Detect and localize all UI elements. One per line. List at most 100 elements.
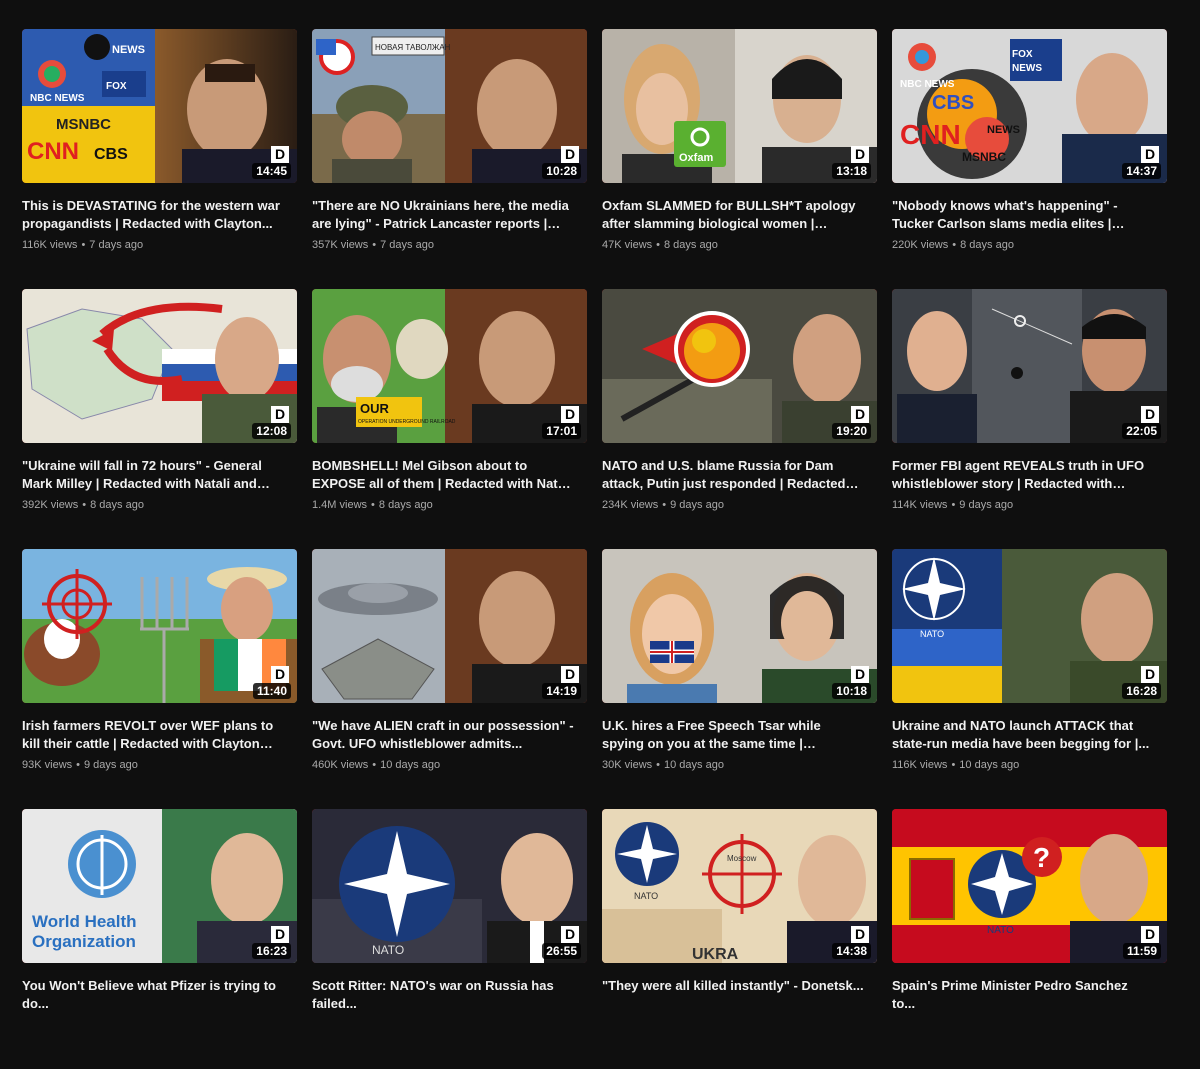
video-card[interactable]: NBC NEWS FOX NEWS CBS CNN NEWS MSNBC D 1… [892, 29, 1167, 289]
video-duration: 16:28 [1122, 683, 1161, 699]
upload-age: 10 days ago [959, 759, 1020, 771]
view-count: 30K views [602, 759, 653, 771]
view-count: 460K views [312, 759, 369, 771]
video-duration: 14:37 [1122, 163, 1161, 179]
video-meta: 220K views • 8 days ago [892, 239, 1014, 251]
video-thumbnail[interactable]: D 22:05 [892, 289, 1167, 443]
view-count: 116K views [892, 759, 948, 771]
video-thumbnail[interactable]: OUR OPERATION UNDERGROUND RAILROAD D 17:… [312, 289, 587, 443]
svg-text:?: ? [1033, 842, 1050, 873]
video-thumbnail[interactable]: НОВАЯ ТАВОЛЖАН D 10:28 [312, 29, 587, 183]
video-duration: 14:38 [832, 943, 871, 959]
video-card[interactable]: World Health Organization D 16:23 You Wo… [22, 809, 297, 1069]
svg-text:NBC NEWS: NBC NEWS [900, 79, 955, 90]
svg-text:OUR: OUR [360, 401, 390, 416]
video-card[interactable]: D 11:40 Irish farmers REVOLT over WEF pl… [22, 549, 297, 809]
video-title[interactable]: U.K. hires a Free Speech Tsar while spyi… [602, 717, 864, 753]
video-title[interactable]: Oxfam SLAMMED for BULLSH*T apology after… [602, 197, 864, 233]
cow-crosshair-thumbnail-icon [22, 549, 297, 703]
who-logo-thumbnail-icon: World Health Organization [22, 809, 297, 963]
video-thumbnail[interactable]: D 12:08 [22, 289, 297, 443]
video-card[interactable]: NATO Moscow UKRA D 14:38 "They were all … [602, 809, 877, 1069]
video-duration: 14:45 [252, 163, 291, 179]
svg-text:CBS: CBS [94, 146, 128, 163]
channel-logo-icon: D [851, 666, 869, 683]
svg-text:MSNBC: MSNBC [962, 150, 1006, 164]
svg-text:CBS: CBS [932, 92, 974, 114]
video-duration: 14:19 [542, 683, 581, 699]
video-title[interactable]: "Nobody knows what's happening" - Tucker… [892, 197, 1154, 233]
video-duration: 22:05 [1122, 423, 1161, 439]
video-title[interactable]: Scott Ritter: NATO's war on Russia has f… [312, 977, 574, 1013]
video-title[interactable]: "Ukraine will fall in 72 hours" - Genera… [22, 457, 284, 493]
video-thumbnail[interactable]: D 19:20 [602, 289, 877, 443]
channel-logo-icon: D [1141, 146, 1159, 163]
video-card[interactable]: D 19:20 NATO and U.S. blame Russia for D… [602, 289, 877, 549]
video-card[interactable]: ? NATO D 11:59 Spain's Prime Minister Pe… [892, 809, 1167, 1069]
video-meta: 47K views • 8 days ago [602, 239, 718, 251]
video-thumbnail[interactable]: World Health Organization D 16:23 [22, 809, 297, 963]
video-thumbnail[interactable]: NBC NEWS FOX NEWS CBS CNN NEWS MSNBC D 1… [892, 29, 1167, 183]
nato-soldiers-thumbnail-icon: NATO [892, 549, 1167, 703]
video-card[interactable]: NATO D 26:55 Scott Ritter: NATO's war on… [312, 809, 587, 1069]
upload-age: 8 days ago [90, 499, 144, 511]
video-title[interactable]: Former FBI agent REVEALS truth in UFO wh… [892, 457, 1154, 493]
upload-age: 10 days ago [380, 759, 441, 771]
pentagon-ufo-thumbnail-icon [312, 549, 587, 703]
video-thumbnail[interactable]: NATO D 26:55 [312, 809, 587, 963]
video-card[interactable]: D 10:18 U.K. hires a Free Speech Tsar wh… [602, 549, 877, 809]
video-card[interactable]: Oxfam D 13:18 Oxfam SLAMMED for BULLSH*T… [602, 29, 877, 289]
svg-text:NATO: NATO [987, 925, 1014, 936]
video-card[interactable]: D 12:08 "Ukraine will fall in 72 hours" … [22, 289, 297, 549]
video-title[interactable]: "We have ALIEN craft in our possession" … [312, 717, 574, 753]
nato-star-thumbnail-icon: NATO [312, 809, 587, 963]
video-thumbnail[interactable]: NATO D 16:28 [892, 549, 1167, 703]
video-card[interactable]: D 22:05 Former FBI agent REVEALS truth i… [892, 289, 1167, 549]
view-count: 357K views [312, 239, 369, 251]
svg-text:Oxfam: Oxfam [679, 152, 713, 164]
video-meta: 460K views • 10 days ago [312, 759, 441, 771]
video-thumbnail[interactable]: D 14:19 [312, 549, 587, 703]
video-title[interactable]: You Won't Believe what Pfizer is trying … [22, 977, 284, 1013]
teddy-bear-thumbnail-icon: OUR OPERATION UNDERGROUND RAILROAD [312, 289, 587, 443]
video-card[interactable]: NATO D 16:28 Ukraine and NATO launch ATT… [892, 549, 1167, 809]
video-thumbnail[interactable]: NATO Moscow UKRA D 14:38 [602, 809, 877, 963]
upload-age: 7 days ago [89, 239, 144, 251]
upload-age: 8 days ago [960, 239, 1014, 251]
video-title[interactable]: Ukraine and NATO launch ATTACK that stat… [892, 717, 1154, 753]
video-meta: 116K views • 10 days ago [892, 759, 1020, 771]
video-duration: 26:55 [542, 943, 581, 959]
svg-text:FOX: FOX [1012, 49, 1033, 60]
video-title[interactable]: BOMBSHELL! Mel Gibson about to EXPOSE al… [312, 457, 574, 493]
video-meta: 114K views • 9 days ago [892, 499, 1014, 511]
svg-text:NATO: NATO [372, 943, 404, 957]
gagged-woman-thumbnail-icon [602, 549, 877, 703]
upload-age: 9 days ago [84, 759, 138, 771]
view-count: 220K views [892, 239, 949, 251]
channel-logo-icon: D [271, 406, 289, 423]
video-thumbnail[interactable]: Oxfam D 13:18 [602, 29, 877, 183]
upload-age: 8 days ago [664, 239, 718, 251]
video-card[interactable]: OUR OPERATION UNDERGROUND RAILROAD D 17:… [312, 289, 587, 549]
video-title[interactable]: This is DEVASTATING for the western war … [22, 197, 284, 233]
video-thumbnail[interactable]: D 11:40 [22, 549, 297, 703]
svg-text:Moscow: Moscow [727, 854, 757, 863]
video-title[interactable]: "There are NO Ukrainians here, the media… [312, 197, 574, 233]
video-duration: 10:28 [542, 163, 581, 179]
video-thumbnail[interactable]: ? NATO D 11:59 [892, 809, 1167, 963]
video-meta: 116K views • 7 days ago [22, 239, 144, 251]
video-duration: 16:23 [252, 943, 291, 959]
video-title[interactable]: NATO and U.S. blame Russia for Dam attac… [602, 457, 864, 493]
view-count: 116K views [22, 239, 78, 251]
video-thumbnail[interactable]: D 10:18 [602, 549, 877, 703]
svg-text:OPERATION UNDERGROUND RAILROAD: OPERATION UNDERGROUND RAILROAD [358, 419, 456, 425]
video-card[interactable]: NBC NEWS NEWS FOX MSNBC CNN CBS D 14:45 … [22, 29, 297, 289]
video-card[interactable]: D 14:19 "We have ALIEN craft in our poss… [312, 549, 587, 809]
channel-logo-icon: D [271, 666, 289, 683]
soldier-thumbnail-icon: НОВАЯ ТАВОЛЖАН [312, 29, 587, 183]
video-card[interactable]: НОВАЯ ТАВОЛЖАН D 10:28 "There are NO Ukr… [312, 29, 587, 289]
spain-flag-thumbnail-icon: ? NATO [892, 809, 1167, 963]
video-title[interactable]: Spain's Prime Minister Pedro Sanchez to.… [892, 977, 1154, 1013]
video-thumbnail[interactable]: NBC NEWS NEWS FOX MSNBC CNN CBS D 14:45 [22, 29, 297, 183]
video-title[interactable]: Irish farmers REVOLT over WEF plans to k… [22, 717, 284, 753]
